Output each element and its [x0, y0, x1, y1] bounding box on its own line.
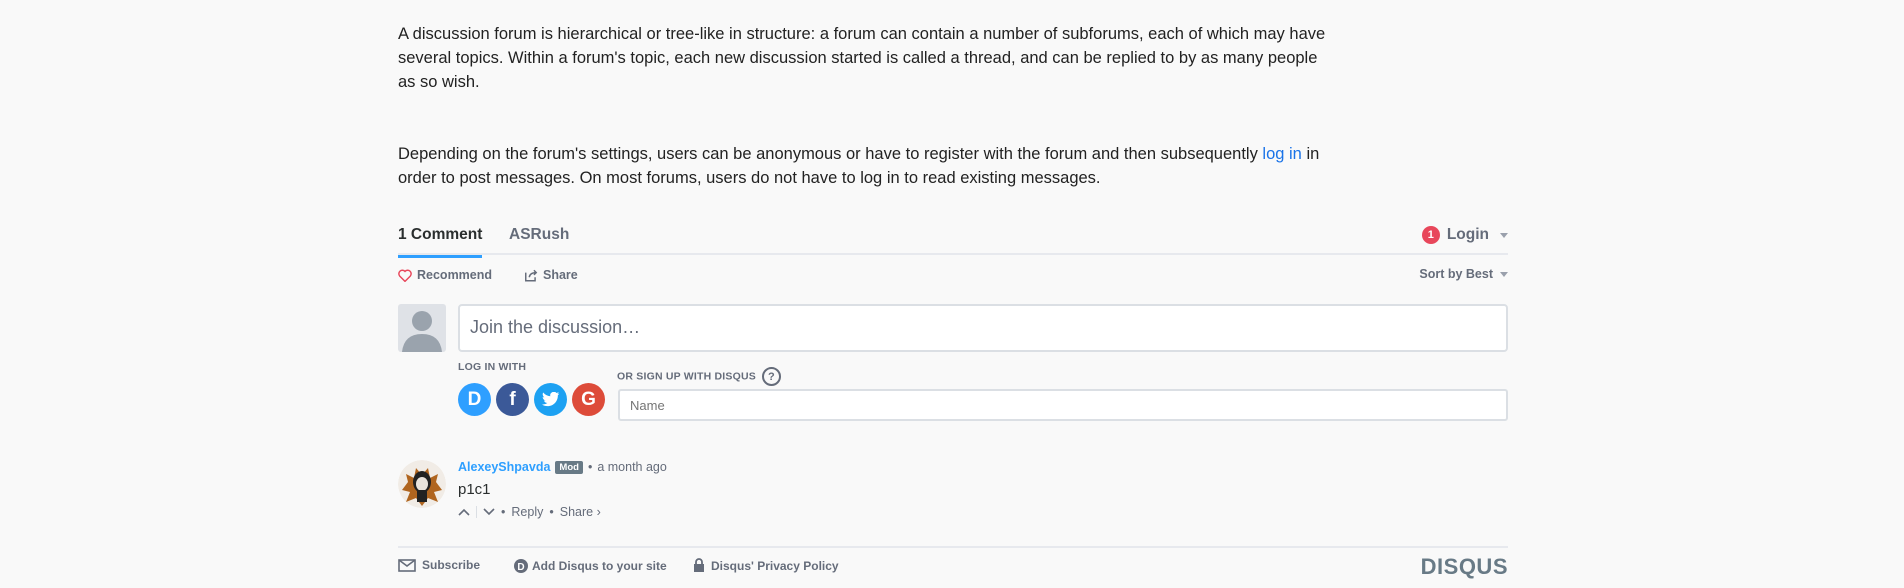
- downvote-icon[interactable]: [483, 508, 495, 516]
- disqus-d-icon: D: [514, 559, 528, 573]
- sort-dropdown[interactable]: Sort by Best: [1419, 267, 1508, 281]
- comment-text: p1c1: [458, 481, 491, 498]
- google-login-icon[interactable]: G: [572, 383, 605, 416]
- chevron-down-icon: [1500, 232, 1508, 238]
- mod-badge: Mod: [555, 460, 583, 474]
- subscribe-link[interactable]: Subscribe: [398, 558, 480, 572]
- subscribe-label: Subscribe: [422, 558, 481, 572]
- lock-icon: [694, 558, 704, 572]
- upvote-icon[interactable]: [458, 508, 470, 516]
- heart-icon: [398, 269, 412, 282]
- disqus-footer: Subscribe D Add Disqus to your site Disq…: [398, 546, 1508, 579]
- bullet: •: [549, 505, 554, 519]
- login-label: Login: [1446, 226, 1489, 243]
- svg-text:D: D: [517, 562, 524, 573]
- log-in-link[interactable]: log in: [1262, 145, 1301, 163]
- divider: [476, 506, 477, 518]
- privacy-link[interactable]: Disqus' Privacy Policy: [693, 558, 839, 573]
- recommend-button[interactable]: Recommend: [398, 268, 492, 282]
- facebook-login-icon[interactable]: f: [496, 383, 529, 416]
- add-disqus-label: Add Disqus to your site: [532, 559, 667, 573]
- signup-label: OR SIGN UP WITH DISQUS?: [617, 367, 781, 386]
- envelope-icon: [398, 558, 416, 572]
- sort-label: Sort by Best: [1419, 267, 1493, 281]
- social-login-buttons: D f G: [458, 383, 605, 416]
- tab-comments[interactable]: 1 Comment: [398, 226, 483, 258]
- twitter-bird-icon: [541, 392, 559, 407]
- article-paragraph-2: Depending on the forum's settings, users…: [398, 142, 1328, 190]
- chevron-down-icon: [1500, 271, 1508, 277]
- article-paragraph-1: A discussion forum is hierarchical or tr…: [398, 25, 1326, 91]
- comment-header: AlexeyShpavda Mod • a month ago: [458, 460, 667, 474]
- disqus-nav: 1 Comment ASRush 1 Login: [398, 222, 1508, 258]
- comment-footer: • Reply • Share ›: [458, 505, 601, 519]
- comment-timestamp[interactable]: a month ago: [597, 460, 667, 474]
- privacy-label: Disqus' Privacy Policy: [711, 558, 839, 573]
- share-icon: [525, 269, 538, 281]
- login-with-label: LOG IN WITH: [458, 361, 527, 373]
- bullet: •: [587, 460, 593, 474]
- signup-text: OR SIGN UP WITH DISQUS: [617, 370, 756, 383]
- comment-author[interactable]: AlexeyShpavda: [458, 460, 550, 474]
- bullet: •: [501, 505, 506, 519]
- add-disqus-link[interactable]: D Add Disqus to your site: [513, 558, 667, 574]
- help-icon[interactable]: ?: [761, 367, 781, 386]
- login-menu[interactable]: 1 Login: [1421, 226, 1508, 244]
- disqus-logo[interactable]: DISQUS: [1421, 554, 1508, 580]
- share-label: Share: [543, 268, 578, 282]
- name-field[interactable]: [618, 389, 1508, 421]
- recommend-label: Recommend: [417, 268, 493, 282]
- share-button[interactable]: Share: [524, 268, 578, 282]
- guest-avatar: [398, 304, 446, 352]
- avatar-image: [398, 460, 446, 508]
- tab-community[interactable]: ASRush: [509, 226, 569, 244]
- disqus-login-icon[interactable]: D: [458, 383, 491, 416]
- comment-textarea[interactable]: Join the discussion…: [458, 304, 1508, 352]
- notification-badge[interactable]: 1: [1421, 226, 1440, 244]
- avatar[interactable]: [398, 460, 446, 508]
- comment-share-button[interactable]: Share ›: [560, 505, 601, 519]
- user-icon: [402, 311, 442, 352]
- thread-actions: Recommend Share Sort by Best: [398, 267, 1508, 288]
- paragraph-text: Depending on the forum's settings, users…: [398, 145, 1263, 163]
- reply-button[interactable]: Reply: [511, 505, 543, 519]
- twitter-login-icon[interactable]: [534, 383, 567, 416]
